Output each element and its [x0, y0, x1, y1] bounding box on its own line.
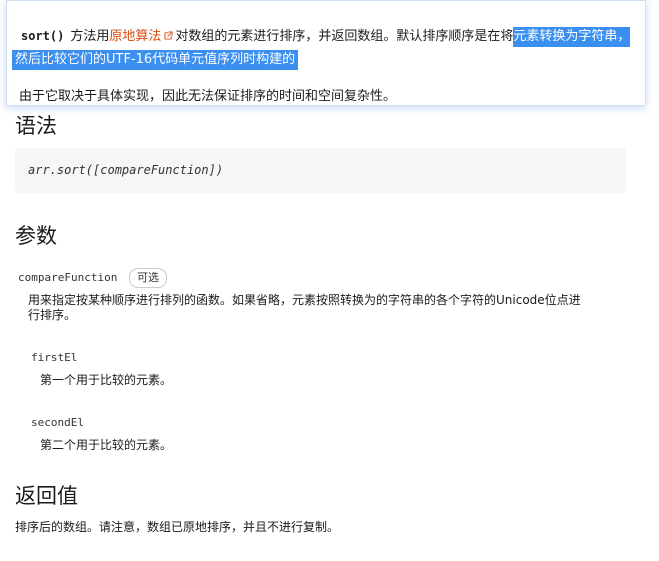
- param-secondEl-desc: 第二个用于比较的元素。: [40, 438, 173, 452]
- syntax-code-block: arr.sort([compareFunction]): [15, 148, 626, 193]
- param-compareFunction-desc: 用来指定按某种顺序进行排列的函数。如果省略，元素按照转换为的字符串的各个字符的U…: [28, 293, 581, 323]
- param-compareFunction: compareFunction: [18, 271, 118, 284]
- optional-badge: 可选: [129, 268, 167, 288]
- param-firstEl: firstEl: [31, 351, 78, 364]
- selected-text: 元素转换为字符串，: [513, 27, 631, 47]
- popup-line-3: 由于它取决于具体实现，因此无法保证排序的时间和空间复杂性。: [19, 89, 397, 104]
- popup-line-2: 然后比较它们的UTF-16代码单元值序列时构建的: [12, 49, 299, 70]
- syntax-heading: 语法: [15, 114, 57, 138]
- syntax-code: arr.sort([compareFunction]): [28, 163, 224, 177]
- text-popup: sort() 方法用原地算法 对数组的元素进行排序，并返回数组。默认排序顺序是在将元…: [6, 0, 646, 106]
- return-value-heading: 返回值: [15, 484, 78, 508]
- popup-text: 对数组的元素进行排序，并返回数组。默认排序顺序是在将: [175, 29, 514, 44]
- param-secondEl: secondEl: [31, 416, 84, 429]
- return-value-desc: 排序后的数组。请注意，数组已原地排序，并且不进行复制。: [15, 520, 340, 534]
- param-firstEl-desc: 第一个用于比较的元素。: [40, 373, 173, 387]
- desc-line: 用来指定按某种顺序进行排列的函数。如果省略，元素按照转换为的字符串的各个字符的U…: [28, 293, 581, 307]
- parameters-heading: 参数: [15, 224, 57, 248]
- popup-line-1: sort() 方法用原地算法 对数组的元素进行排序，并返回数组。默认排序顺序是在将元…: [21, 26, 631, 47]
- in-place-algorithm-link[interactable]: 原地算法: [109, 29, 161, 44]
- popup-text: 方法用: [70, 29, 110, 44]
- desc-line: 行排序。: [28, 308, 77, 322]
- external-link-icon: [164, 31, 173, 40]
- selected-text: 然后比较它们的UTF-16代码单元值序列时构建的: [12, 50, 299, 70]
- method-name: sort(): [21, 29, 65, 43]
